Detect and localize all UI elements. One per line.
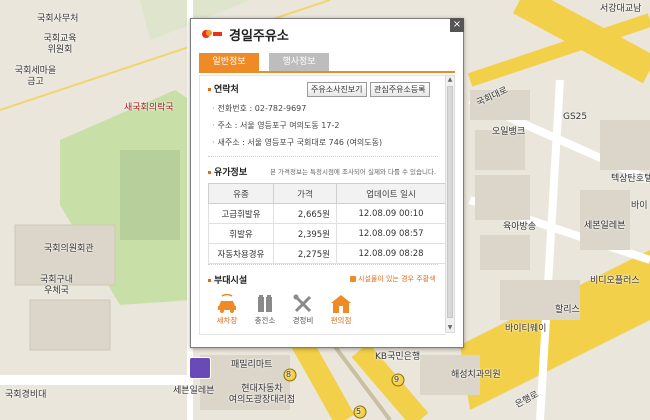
map-label: 텍상탄호텔 — [611, 174, 650, 184]
popup-title: 경일주유소 — [229, 29, 289, 44]
tab-event-info[interactable]: 행사정보 — [269, 53, 329, 71]
sk-energy-logo — [202, 30, 222, 38]
map-label: 국회사무처 — [37, 14, 79, 24]
map-label: 국회교육 위원회 — [43, 34, 77, 55]
fuel-type: 자동차용경유 — [208, 243, 274, 264]
map-label: 세본일레븐 — [584, 221, 626, 231]
map-label: 바이티웨이 — [505, 324, 547, 334]
facility-label: 경정비 — [292, 316, 314, 325]
map-label: 해성치과의원 — [451, 370, 501, 380]
popup-body: 연락처 주유소사진보기 관심주유소등록 전화번호 : 02-782-9697 주… — [199, 75, 446, 335]
popup-tabs: 일반정보 행사정보 — [199, 53, 455, 73]
map-label: 세븐일레븐 — [173, 386, 215, 396]
facilities-notice: 시설물이 있는 경우 주황색 — [350, 274, 436, 284]
fuel-price: 2,665원 — [273, 203, 337, 224]
fuel-updated: 12.08.09 08:28 — [336, 243, 446, 264]
map-label: 국회구내 우체국 — [39, 275, 74, 296]
fuel-price: 2,275원 — [273, 243, 337, 264]
facility-charging[interactable]: 충전소 — [248, 294, 282, 326]
fuel-type: 휘발유 — [208, 223, 274, 244]
car-wash-icon — [218, 294, 236, 313]
map-label: 현대자동차 여의도광장대리점 — [228, 384, 296, 405]
address: 주소 : 서울 영등포구 여의도동 17-2 — [212, 120, 340, 131]
gas-station-marker[interactable] — [189, 357, 211, 379]
fuel-updated: 12.08.09 00:10 — [336, 203, 446, 224]
table-row: 고급휘발유 2,665원 12.08.09 00:10 — [208, 203, 446, 224]
fuel-price-table: 유종 가격 업데이트 일시 고급휘발유 2,665원 12.08.09 00:1… — [208, 183, 446, 264]
repair-tools-icon — [293, 294, 312, 313]
fuel-type: 고급휘발유 — [208, 203, 274, 224]
charging-station-icon — [258, 295, 272, 312]
facility-label: 세차장 — [216, 316, 238, 325]
new-address: 새주소 : 서울 영등포구 국회대로 746 (여의도동) — [212, 137, 383, 148]
facility-car-wash[interactable]: 세차장 — [210, 294, 244, 326]
map-label: 서강대교남 — [600, 4, 642, 14]
convenience-store-icon — [331, 295, 351, 313]
map-label: 비디오플러스 — [590, 276, 640, 286]
route-number: 9 — [394, 375, 400, 384]
map-label: 할리스 — [555, 305, 580, 315]
map-label: 패밀리마트 — [231, 360, 273, 370]
map-label: 국회세마을 금고 — [14, 66, 57, 87]
map-label: KB국민은행 — [375, 352, 421, 362]
column-header: 유종 — [208, 183, 274, 204]
orange-square-icon — [350, 276, 356, 282]
price-notice: 본 가격정보는 특정시점에 조사되어 실제와 다를 수 있습니다. — [270, 168, 437, 176]
facility-convenience-store[interactable]: 편의점 — [324, 294, 358, 326]
facility-repair[interactable]: 경정비 — [286, 294, 320, 326]
popup-header: 경일주유소 — [191, 19, 463, 49]
fuel-section-title: 유가정보 — [208, 165, 247, 178]
column-header: 업데이트 일시 — [336, 183, 446, 204]
fuel-updated: 12.08.09 08:57 — [336, 223, 446, 244]
scroll-up-icon[interactable]: ▲ — [446, 76, 454, 84]
map-label: 바이 — [631, 201, 648, 211]
register-favorite-button[interactable]: 관심주유소등록 — [370, 82, 430, 97]
popup-scrollbar[interactable]: ▲ ▼ — [445, 75, 455, 333]
map-label: GS25 — [563, 112, 588, 122]
facility-label: 편의점 — [330, 316, 352, 325]
view-photo-button[interactable]: 주유소사진보기 — [307, 82, 367, 97]
scroll-thumb[interactable] — [447, 86, 453, 318]
fuel-price: 2,395원 — [273, 223, 337, 244]
map-label: 오일뱅크 — [492, 127, 526, 137]
route-number: 8 — [286, 370, 292, 379]
map-label: 국회경비대 — [5, 390, 47, 400]
facilities-list: 세차장 충전소 경정비 편의점 — [210, 294, 390, 330]
contact-section-title: 연락처 — [208, 82, 239, 95]
facilities-section-title: 부대시설 — [208, 273, 247, 286]
phone-number: 전화번호 : 02-782-9697 — [212, 103, 307, 114]
scroll-down-icon[interactable]: ▼ — [446, 324, 454, 332]
map-label: 국회의원회관 — [44, 244, 94, 254]
gas-station-popup: × 경일주유소 일반정보 행사정보 연락처 주유소사진보기 관심주유소등록 전화… — [190, 18, 464, 348]
table-row: 자동차용경유 2,275원 12.08.09 08:28 — [208, 243, 446, 264]
facility-label: 충전소 — [254, 316, 276, 325]
tab-general-info[interactable]: 일반정보 — [199, 53, 259, 71]
route-number: 5 — [356, 407, 362, 416]
map-label: 육아방송 — [503, 222, 537, 232]
column-header: 가격 — [273, 183, 337, 204]
map-label: 새국회의락국 — [124, 103, 174, 113]
table-row: 휘발유 2,395원 12.08.09 08:57 — [208, 223, 446, 244]
